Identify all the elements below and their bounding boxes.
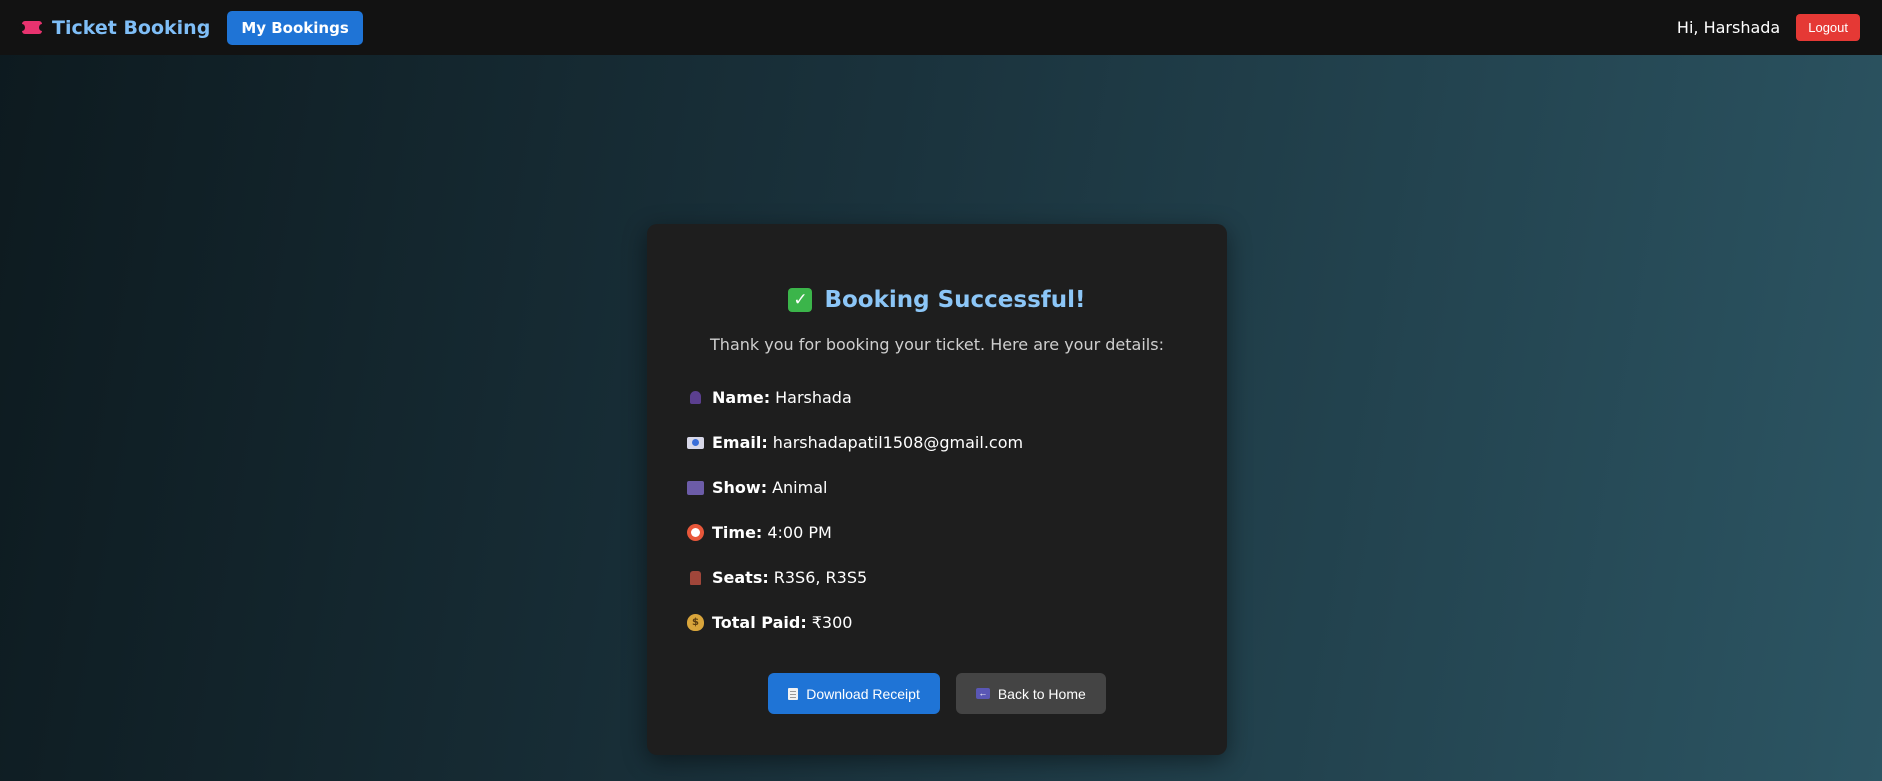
back-to-home-button[interactable]: ← Back to Home: [955, 673, 1106, 714]
detail-email: Email: harshadapatil1508@gmail.com: [687, 420, 1187, 465]
detail-seats: Seats: R3S6, R3S5: [687, 555, 1187, 600]
title-text: Booking Successful!: [824, 287, 1086, 313]
email-icon: [687, 436, 704, 449]
booking-details: Name: Harshada Email: harshadapatil1508@…: [687, 375, 1187, 645]
brand-title: Ticket Booking: [52, 16, 211, 39]
detail-label: Name:: [712, 388, 771, 407]
detail-label: Total Paid:: [712, 613, 807, 632]
detail-label: Seats:: [712, 568, 769, 587]
detail-value: harshadapatil1508@gmail.com: [772, 433, 1024, 452]
detail-show: Show: Animal: [687, 465, 1187, 510]
detail-value: 4:00 PM: [767, 523, 832, 542]
alarm-clock-icon: [687, 524, 704, 541]
page-title: ✓ Booking Successful!: [687, 287, 1187, 313]
confirmation-subtitle: Thank you for booking your ticket. Here …: [710, 335, 1164, 354]
detail-value: Harshada: [775, 388, 852, 407]
my-bookings-button[interactable]: My Bookings: [227, 10, 363, 45]
detail-label: Time:: [712, 523, 763, 542]
detail-value: ₹300: [811, 613, 853, 632]
download-receipt-button[interactable]: Download Receipt: [768, 673, 940, 714]
ticket-icon: [19, 21, 45, 34]
brand[interactable]: Ticket Booking: [19, 16, 211, 39]
detail-value: Animal: [772, 478, 828, 497]
detail-time: Time: 4:00 PM: [687, 510, 1187, 555]
detail-value: R3S6, R3S5: [773, 568, 868, 587]
card-actions: Download Receipt ← Back to Home: [687, 673, 1187, 714]
detail-label: Show:: [712, 478, 768, 497]
detail-total-paid: Total Paid: ₹300: [687, 600, 1187, 645]
top-navbar: Ticket Booking My Bookings Hi, Harshada …: [0, 0, 1882, 55]
clapperboard-icon: [687, 480, 704, 495]
money-bag-icon: [687, 614, 704, 631]
user-greeting: Hi, Harshada: [1676, 18, 1781, 37]
seat-icon: [687, 569, 704, 586]
back-arrow-icon: ←: [975, 688, 990, 699]
booking-confirmation-card: ✓ Booking Successful! Thank you for book…: [647, 224, 1227, 755]
user-area: Hi, Harshada Logout: [1677, 14, 1860, 41]
download-receipt-label: Download Receipt: [806, 685, 920, 702]
logout-button[interactable]: Logout: [1796, 14, 1860, 41]
back-to-home-label: Back to Home: [997, 685, 1086, 702]
user-icon: [687, 389, 704, 406]
check-mark-icon: ✓: [788, 288, 813, 312]
detail-label: Email:: [712, 433, 768, 452]
detail-name: Name: Harshada: [687, 375, 1187, 420]
document-icon: [788, 687, 799, 700]
